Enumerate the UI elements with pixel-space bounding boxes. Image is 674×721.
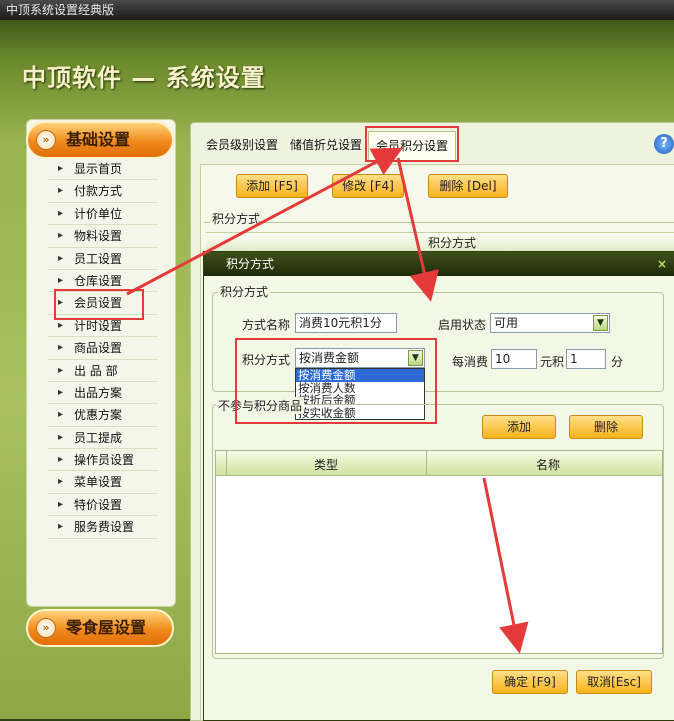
annotation-arrow	[126, 147, 403, 296]
annotation-arrow	[396, 157, 439, 302]
annotation-arrow	[482, 477, 529, 654]
annotation-arrows	[126, 147, 529, 654]
